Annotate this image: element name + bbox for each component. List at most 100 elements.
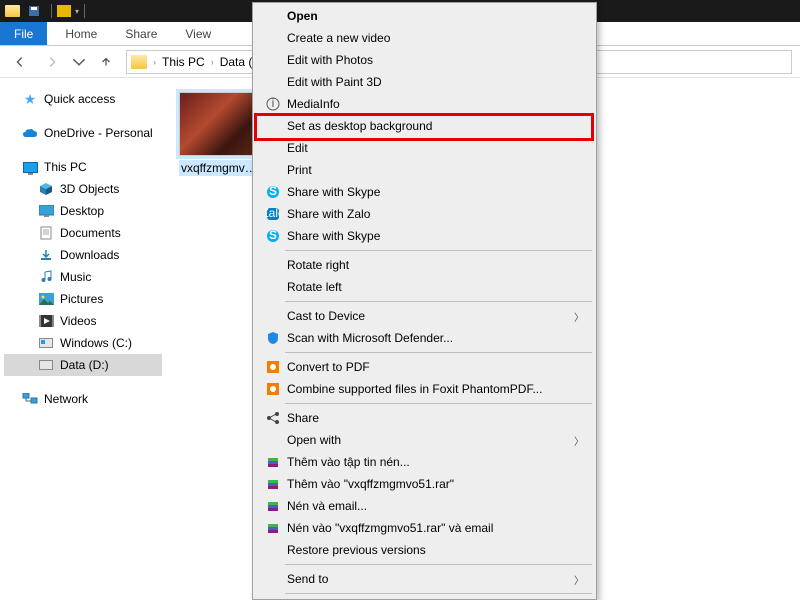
cube-icon — [38, 181, 54, 197]
sidebar-onedrive[interactable]: OneDrive - Personal — [4, 122, 162, 144]
video-icon — [38, 313, 54, 329]
tree-label: Desktop — [60, 204, 104, 218]
sidebar-item-c-drive[interactable]: Windows (C:) — [4, 332, 162, 354]
folder-icon — [4, 3, 20, 19]
tree-label: Videos — [60, 314, 96, 328]
up-button[interactable] — [94, 50, 118, 74]
mediainfo-icon: i — [263, 97, 283, 111]
tree-label: Windows (C:) — [60, 336, 132, 350]
save-icon[interactable] — [26, 3, 42, 19]
ctx-set-desktop-background[interactable]: Set as desktop background — [255, 115, 594, 137]
ctx-share-skype-2[interactable]: SShare with Skype — [255, 225, 594, 247]
tree-label: Pictures — [60, 292, 103, 306]
tree-label: Documents — [60, 226, 121, 240]
drive-icon — [38, 335, 54, 351]
ctx-open-with[interactable]: Open with〉 — [255, 429, 594, 451]
tree-label: Music — [60, 270, 91, 284]
ctx-rotate-left[interactable]: Rotate left — [255, 276, 594, 298]
chevron-right-icon[interactable]: › — [209, 57, 216, 67]
skype-icon: S — [263, 185, 283, 199]
sidebar-item-videos[interactable]: Videos — [4, 310, 162, 332]
tree-label: Quick access — [44, 92, 115, 106]
tree-label: Downloads — [60, 248, 119, 262]
cloud-icon — [22, 125, 38, 141]
tree-label: This PC — [44, 160, 87, 174]
ctx-share-zalo[interactable]: ZaloShare with Zalo — [255, 203, 594, 225]
svg-text:Zalo: Zalo — [266, 207, 280, 220]
separator — [285, 250, 592, 251]
drive-icon — [38, 357, 54, 373]
separator — [285, 564, 592, 565]
sidebar-item-documents[interactable]: Documents — [4, 222, 162, 244]
download-icon — [38, 247, 54, 263]
svg-text:S: S — [269, 185, 277, 198]
tab-share[interactable]: Share — [111, 22, 171, 45]
sidebar-item-3d-objects[interactable]: 3D Objects — [4, 178, 162, 200]
tab-file[interactable]: File — [0, 22, 47, 45]
forward-button[interactable] — [40, 50, 64, 74]
ctx-send-to[interactable]: Send to〉 — [255, 568, 594, 590]
tab-home[interactable]: Home — [51, 22, 111, 45]
sidebar-network[interactable]: Network — [4, 388, 162, 410]
chevron-right-icon: 〉 — [574, 572, 594, 587]
sidebar-quick-access[interactable]: ★ Quick access — [4, 88, 162, 110]
ctx-share-skype-1[interactable]: SShare with Skype — [255, 181, 594, 203]
ctx-add-rar[interactable]: Thêm vào "vxqffzmgmvo51.rar" — [255, 473, 594, 495]
ctx-edit[interactable]: Edit — [255, 137, 594, 159]
separator — [285, 352, 592, 353]
file-name-label: vxqffzmgmvo51 — [179, 160, 261, 176]
ctx-rotate-right[interactable]: Rotate right — [255, 254, 594, 276]
ctx-create-video[interactable]: Create a new video — [255, 27, 594, 49]
winrar-icon — [263, 499, 283, 513]
folder-icon — [131, 55, 147, 69]
ctx-nen-rar-email[interactable]: Nén vào "vxqffzmgmvo51.rar" và email — [255, 517, 594, 539]
qat-folder-icon[interactable] — [57, 5, 71, 17]
ctx-scan-defender[interactable]: Scan with Microsoft Defender... — [255, 327, 594, 349]
sidebar-this-pc[interactable]: This PC — [4, 156, 162, 178]
context-menu: Open Create a new video Edit with Photos… — [252, 2, 597, 600]
nav-pane: ★ Quick access OneDrive - Personal This P… — [0, 78, 162, 600]
network-icon — [22, 391, 38, 407]
separator — [285, 301, 592, 302]
ctx-add-archive[interactable]: Thêm vào tập tin nén... — [255, 451, 594, 473]
ctx-restore-previous[interactable]: Restore previous versions — [255, 539, 594, 561]
tab-view[interactable]: View — [171, 22, 225, 45]
foxit-icon — [263, 360, 283, 374]
ctx-mediainfo[interactable]: iMediaInfo — [255, 93, 594, 115]
sidebar-item-downloads[interactable]: Downloads — [4, 244, 162, 266]
ctx-edit-paint3d[interactable]: Edit with Paint 3D — [255, 71, 594, 93]
sidebar-item-d-drive[interactable]: Data (D:) — [4, 354, 162, 376]
star-icon: ★ — [22, 91, 38, 107]
chevron-right-icon: 〉 — [574, 309, 594, 324]
ctx-open[interactable]: Open — [255, 5, 594, 27]
breadcrumb-this-pc[interactable]: This PC — [160, 55, 207, 69]
share-icon — [263, 411, 283, 425]
winrar-icon — [263, 455, 283, 469]
back-button[interactable] — [8, 50, 32, 74]
sidebar-item-pictures[interactable]: Pictures — [4, 288, 162, 310]
document-icon — [38, 225, 54, 241]
recent-dropdown-icon[interactable] — [72, 50, 86, 74]
defender-icon — [263, 331, 283, 345]
ctx-convert-pdf[interactable]: Convert to PDF — [255, 356, 594, 378]
svg-text:S: S — [269, 229, 277, 242]
winrar-icon — [263, 477, 283, 491]
thumbnail-image — [179, 92, 261, 156]
ctx-nen-email[interactable]: Nén và email... — [255, 495, 594, 517]
skype-icon: S — [263, 229, 283, 243]
ctx-share[interactable]: Share — [255, 407, 594, 429]
ctx-print[interactable]: Print — [255, 159, 594, 181]
monitor-icon — [22, 159, 38, 175]
qat-dropdown-icon[interactable]: ▾ — [75, 7, 79, 16]
tree-label: Network — [44, 392, 88, 406]
winrar-icon — [263, 521, 283, 535]
sidebar-item-desktop[interactable]: Desktop — [4, 200, 162, 222]
chevron-right-icon: 〉 — [574, 433, 594, 448]
ctx-combine-foxit[interactable]: Combine supported files in Foxit Phantom… — [255, 378, 594, 400]
ctx-edit-photos[interactable]: Edit with Photos — [255, 49, 594, 71]
ctx-cast-device[interactable]: Cast to Device〉 — [255, 305, 594, 327]
sidebar-item-music[interactable]: Music — [4, 266, 162, 288]
file-item[interactable]: vxqffzmgmvo51 — [176, 92, 264, 176]
svg-text:i: i — [272, 97, 275, 110]
chevron-right-icon[interactable]: › — [151, 57, 158, 67]
